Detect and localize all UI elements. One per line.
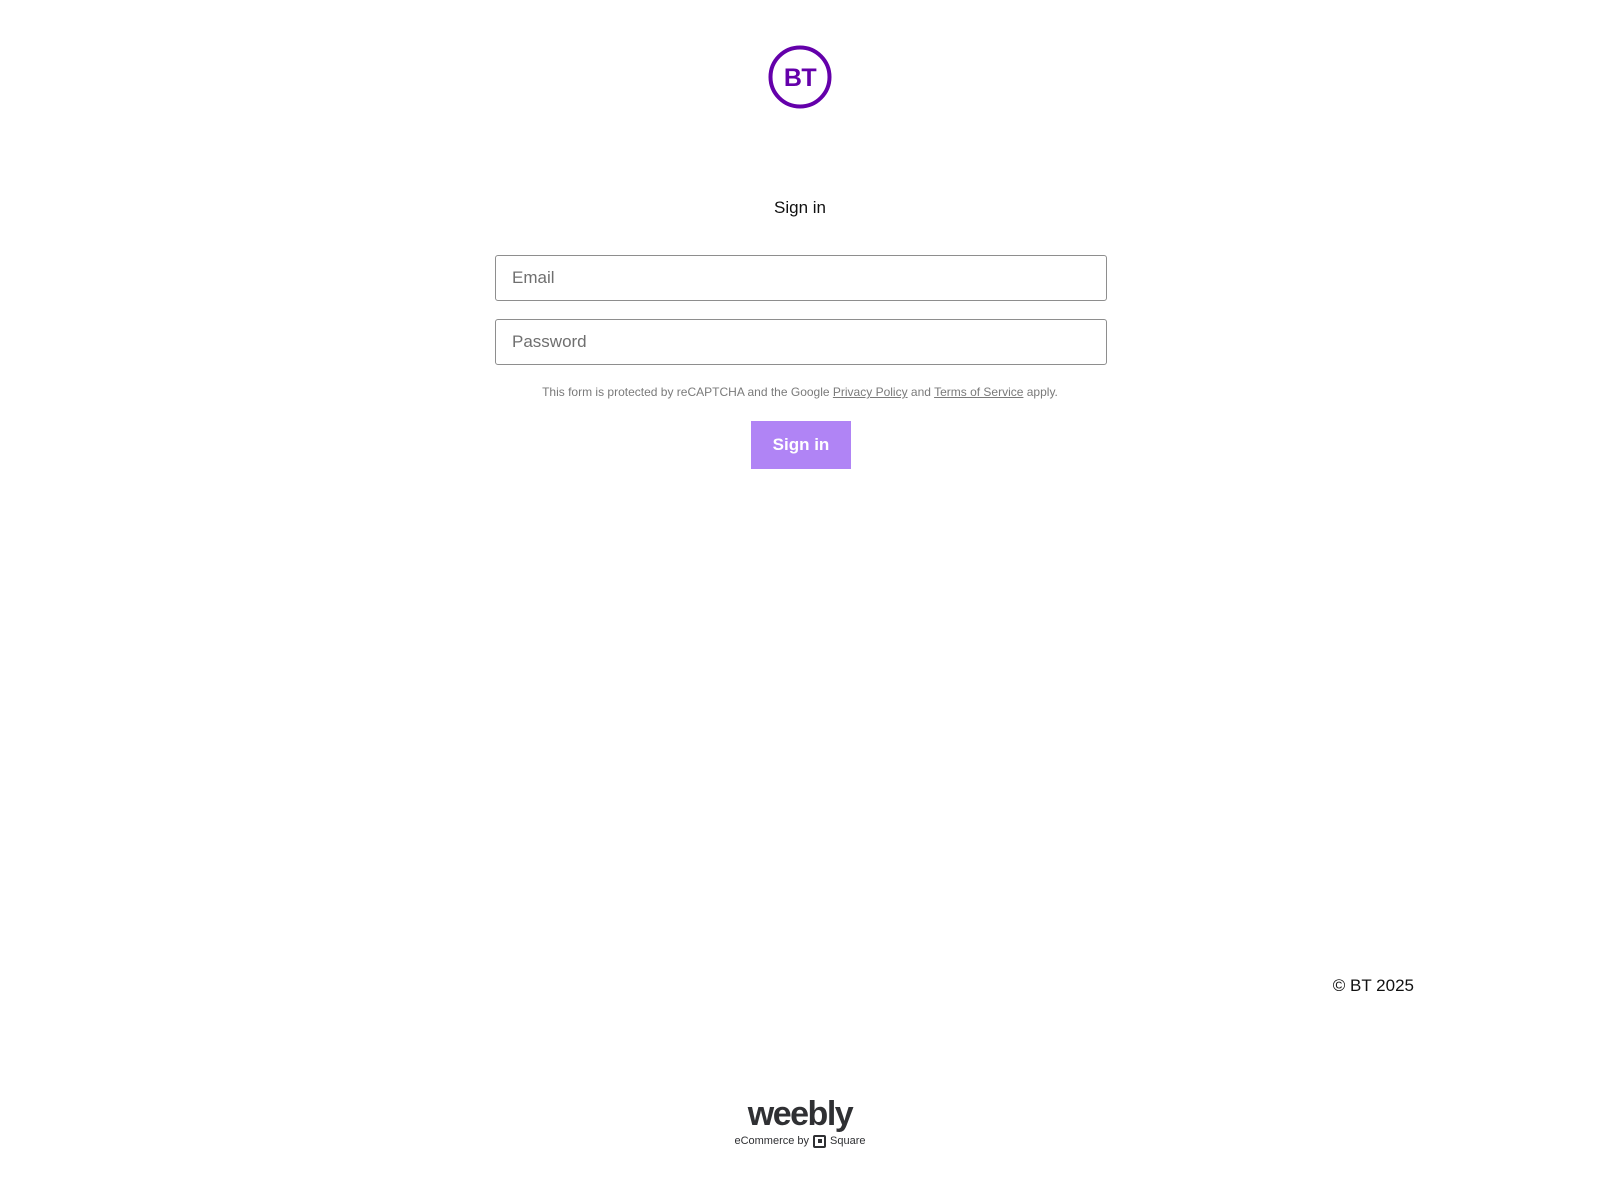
email-field[interactable]	[495, 255, 1107, 301]
recaptcha-notice: This form is protected by reCAPTCHA and …	[0, 385, 1600, 399]
recaptcha-prefix: This form is protected by reCAPTCHA and …	[542, 385, 833, 399]
password-field[interactable]	[495, 319, 1107, 365]
sign-in-page: BT Sign in This form is protected by reC…	[0, 0, 1600, 1200]
page-title: Sign in	[774, 198, 826, 217]
bt-logo-icon[interactable]: BT	[768, 45, 832, 109]
weebly-badge[interactable]: weebly eCommerce by Square	[0, 1097, 1600, 1149]
copyright-text: © BT 2025	[1332, 976, 1414, 995]
privacy-policy-link[interactable]: Privacy Policy	[833, 385, 908, 399]
square-logo-icon	[813, 1134, 827, 1148]
sign-in-button[interactable]: Sign in	[751, 421, 851, 469]
weebly-wordmark: weebly	[747, 1095, 854, 1133]
bt-logo-text: BT	[784, 64, 817, 92]
recaptcha-and: and	[907, 385, 935, 399]
square-text: Square	[830, 1135, 866, 1147]
weebly-subline: eCommerce by Square	[734, 1134, 866, 1148]
bt-logo-svg: BT	[768, 45, 832, 109]
terms-of-service-link[interactable]: Terms of Service	[934, 385, 1023, 399]
ecommerce-by-text: eCommerce by	[734, 1135, 810, 1147]
recaptcha-suffix: apply.	[1023, 385, 1058, 399]
